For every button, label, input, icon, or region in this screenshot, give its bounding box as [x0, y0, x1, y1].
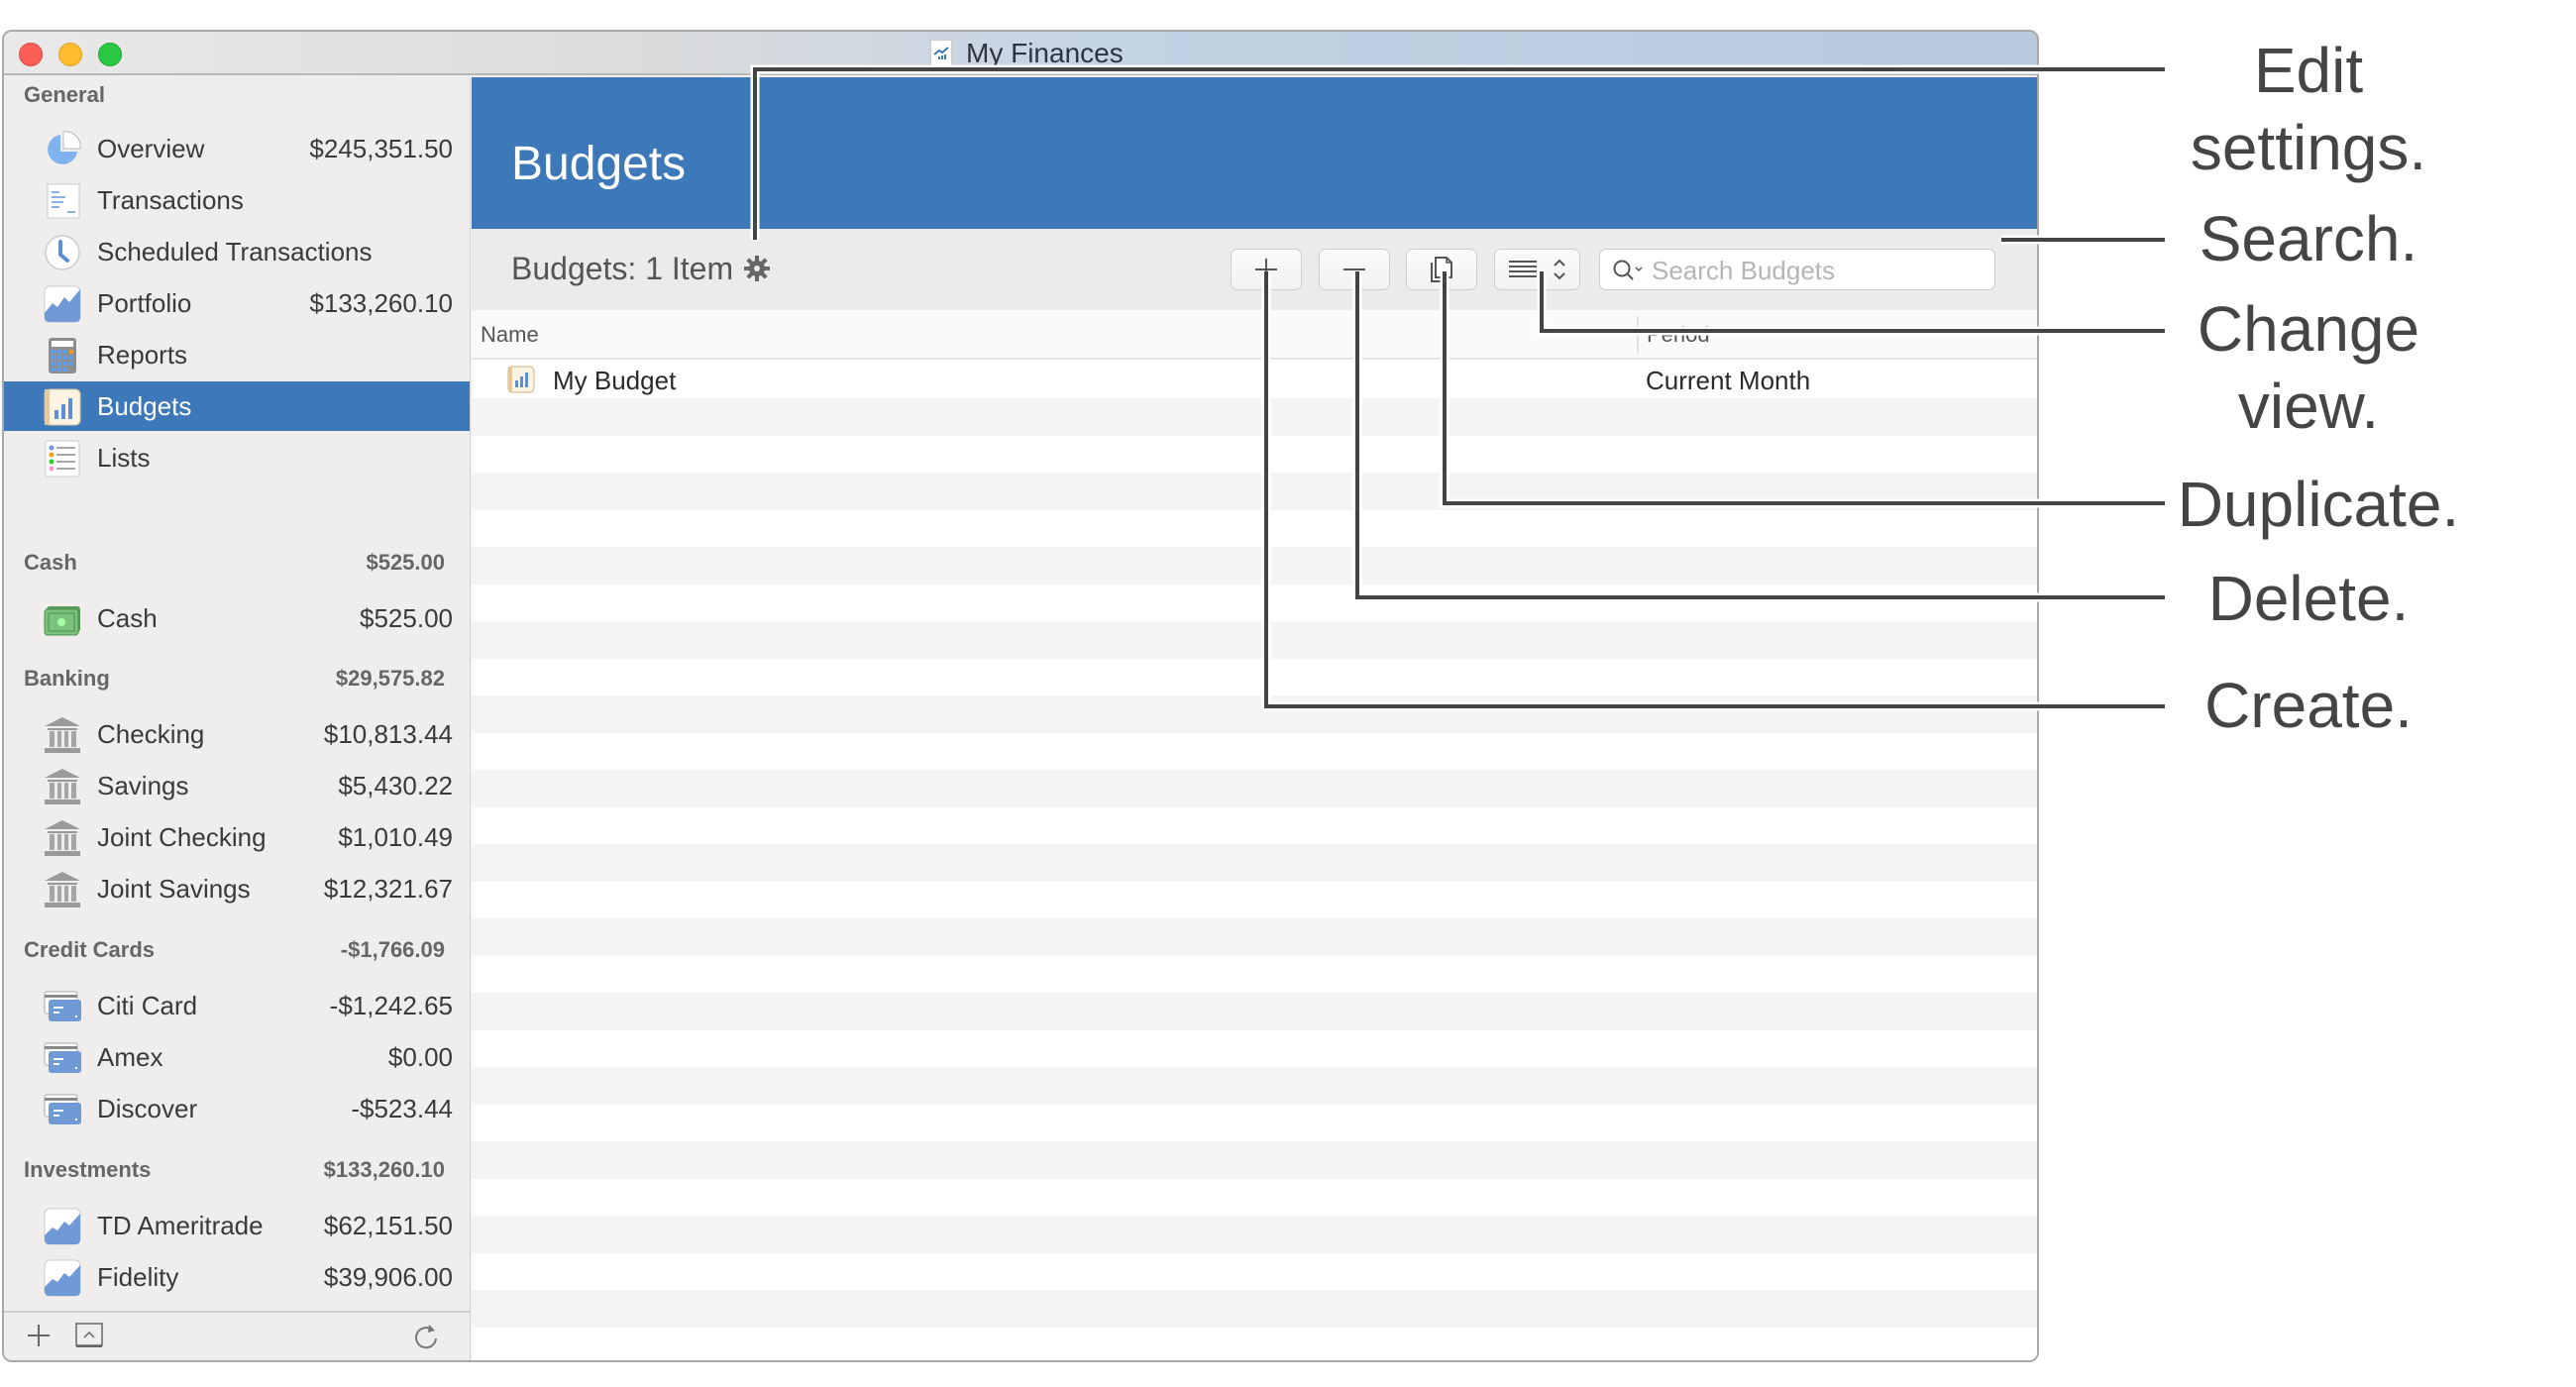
sidebar-footer [4, 1311, 470, 1360]
credit-card-icon [44, 1039, 81, 1077]
bank-icon [44, 871, 81, 908]
sidebar-item-discover[interactable]: Discover -$523.44 [4, 1084, 470, 1133]
collapse-panel-button[interactable] [75, 1323, 103, 1353]
budget-table: My Budget Current Month [472, 362, 2037, 1360]
app-window: My Finances General Overview $245,351.50… [2, 30, 2039, 1362]
investment-chart-icon [44, 1259, 81, 1297]
bank-icon [44, 768, 81, 805]
callout-change-view: Change view. [2197, 293, 2420, 442]
table-row[interactable]: My Budget Current Month [472, 362, 2037, 398]
budget-icon [44, 388, 81, 426]
sidebar-item-savings[interactable]: Savings $5,430.22 [4, 761, 470, 810]
sidebar-group-banking: Banking $29,575.82 [24, 666, 445, 691]
callout-delete: Delete. [2207, 563, 2410, 634]
budget-name: My Budget [553, 366, 677, 395]
sidebar-group-credit-cards: Credit Cards -$1,766.09 [24, 937, 445, 962]
add-account-button[interactable] [26, 1323, 52, 1353]
portfolio-chart-icon [44, 285, 81, 323]
page-header: Budgets [472, 77, 2037, 229]
sidebar-item-joint-checking[interactable]: Joint Checking $1,010.49 [4, 812, 470, 862]
plus-icon [1255, 259, 1277, 280]
sidebar-item-amex[interactable]: Amex $0.00 [4, 1032, 470, 1082]
sidebar-item-joint-savings[interactable]: Joint Savings $12,321.67 [4, 864, 470, 913]
document-icon [930, 40, 952, 67]
change-view-dropdown[interactable] [1494, 249, 1580, 290]
refresh-button[interactable] [413, 1323, 439, 1355]
minimize-window-button[interactable] [58, 43, 82, 66]
budget-icon [507, 366, 535, 398]
sidebar-item-fidelity[interactable]: Fidelity $39,906.00 [4, 1252, 470, 1302]
table-header: Name Period [472, 310, 2037, 360]
sidebar-group-cash: Cash $525.00 [24, 550, 445, 575]
sidebar: General Overview $245,351.50 Transaction… [4, 77, 471, 1360]
budget-period: Current Month [1646, 366, 1811, 395]
close-window-button[interactable] [19, 43, 43, 66]
window-title: My Finances [930, 37, 1124, 70]
pie-chart-icon [44, 131, 81, 168]
title-bar: My Finances [4, 32, 2037, 75]
bank-icon [44, 716, 81, 754]
sidebar-group-general: General [24, 82, 105, 107]
main-panel: Budgets Budgets: 1 Item Search Budgets N… [472, 77, 2037, 1360]
sidebar-item-cash[interactable]: Cash $525.00 [4, 593, 470, 643]
zoom-window-button[interactable] [98, 43, 122, 66]
sidebar-item-transactions[interactable]: Transactions [4, 175, 470, 225]
bank-icon [44, 819, 81, 857]
sidebar-item-portfolio[interactable]: Portfolio $133,260.10 [4, 278, 470, 328]
sidebar-group-investments: Investments $133,260.10 [24, 1157, 445, 1182]
column-divider[interactable] [1637, 316, 1639, 354]
item-count-label: Budgets: 1 Item [511, 251, 734, 286]
window-title-text: My Finances [966, 38, 1124, 68]
search-icon [1612, 259, 1646, 287]
cash-icon [44, 600, 81, 638]
delete-budget-button[interactable] [1319, 249, 1390, 290]
column-header-period[interactable]: Period [1647, 322, 1710, 348]
investment-chart-icon [44, 1208, 81, 1245]
minus-icon [1343, 268, 1365, 270]
calculator-icon [44, 337, 81, 374]
sidebar-item-td-ameritrade[interactable]: TD Ameritrade $62,151.50 [4, 1201, 470, 1250]
search-input[interactable] [1652, 256, 1979, 285]
sidebar-item-citi-card[interactable]: Citi Card -$1,242.65 [4, 981, 470, 1030]
sidebar-item-overview[interactable]: Overview $245,351.50 [4, 124, 470, 173]
duplicate-icon [1431, 257, 1452, 282]
list-icon [44, 440, 81, 478]
create-budget-button[interactable] [1231, 249, 1302, 290]
callout-create: Create. [2204, 670, 2413, 741]
sidebar-item-scheduled-transactions[interactable]: Scheduled Transactions [4, 227, 470, 276]
callout-duplicate: Duplicate. [2177, 469, 2460, 540]
clock-icon [44, 234, 81, 271]
callout-search: Search. [2199, 203, 2418, 274]
column-header-name[interactable]: Name [481, 322, 539, 348]
duplicate-budget-button[interactable] [1406, 249, 1477, 290]
list-view-icon [1508, 259, 1565, 280]
sidebar-item-reports[interactable]: Reports [4, 330, 470, 379]
toolbar: Budgets: 1 Item [472, 229, 2037, 310]
sidebar-item-checking[interactable]: Checking $10,813.44 [4, 709, 470, 759]
receipt-icon [44, 182, 81, 220]
page-title: Budgets [511, 138, 687, 190]
settings-gear-icon[interactable] [743, 255, 771, 287]
callout-edit-settings: Edit settings. [2190, 35, 2427, 183]
credit-card-icon [44, 988, 81, 1025]
search-field[interactable] [1599, 249, 1995, 290]
credit-card-icon [44, 1091, 81, 1128]
sidebar-item-budgets[interactable]: Budgets [4, 381, 470, 431]
sidebar-item-lists[interactable]: Lists [4, 433, 470, 482]
